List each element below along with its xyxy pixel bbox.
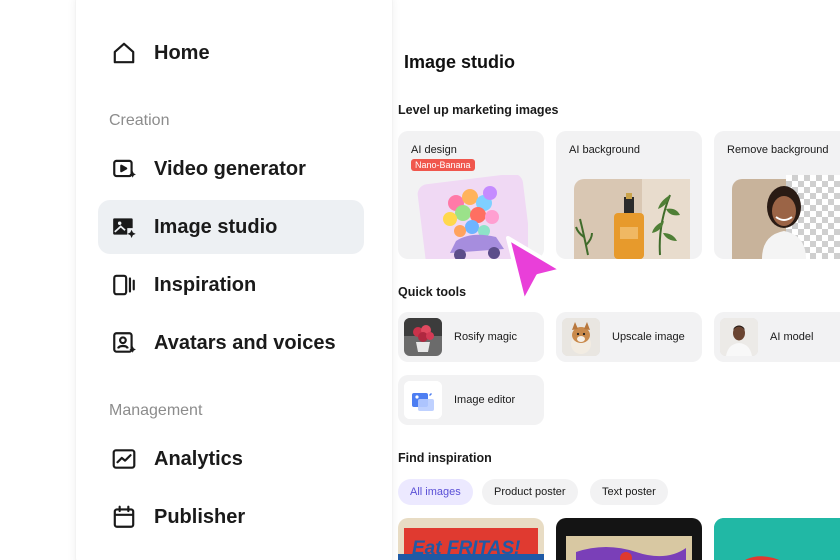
inspiration-icon [110, 271, 138, 299]
inspiration-card[interactable] [556, 518, 702, 560]
tool-card-image-editor[interactable]: Image editor [398, 375, 544, 425]
sidebar-item-label: Inspiration [154, 273, 257, 296]
tool-label: Image editor [454, 394, 516, 406]
section-title-find-inspiration: Find inspiration [398, 451, 492, 465]
inspiration-card[interactable] [714, 518, 840, 560]
sidebar-item-label: Analytics [154, 447, 243, 470]
sidebar-item-image-studio[interactable]: Image studio [98, 200, 364, 254]
sidebar: Home Creation Video generator Image stud… [76, 0, 392, 560]
feature-card-remove-background[interactable]: Remove background [714, 131, 840, 259]
tool-card-ai-model[interactable]: AI model [714, 312, 840, 362]
feature-label: AI background [569, 144, 640, 156]
feature-label: AI design [411, 144, 457, 156]
tool-card-rosify-magic[interactable]: Rosify magic [398, 312, 544, 362]
inspiration-thumbnail [566, 536, 692, 560]
pointer-cursor-icon [506, 236, 564, 304]
section-label-management: Management [109, 402, 203, 419]
remove-background-thumbnail [732, 175, 840, 259]
main-content: Image studio Level up marketing images A… [392, 0, 840, 560]
tool-label: Rosify magic [454, 331, 517, 343]
video-play-icon [110, 155, 138, 183]
sidebar-item-home[interactable]: Home [98, 26, 364, 80]
inspiration-card[interactable]: Eat FRITAS! [398, 518, 544, 560]
section-title-level-up: Level up marketing images [398, 103, 559, 117]
sidebar-item-video-generator[interactable]: Video generator [98, 142, 364, 196]
section-label-creation: Creation [109, 112, 170, 129]
sidebar-item-inspiration[interactable]: Inspiration [98, 258, 364, 312]
tool-label: Upscale image [612, 331, 685, 343]
calendar-icon [110, 503, 138, 531]
section-title-quick-tools: Quick tools [398, 285, 467, 299]
rosify-thumbnail [404, 318, 442, 356]
sidebar-item-label: Image studio [154, 215, 278, 238]
inspiration-card-text: Eat FRITAS! [412, 538, 521, 559]
upscale-thumbnail [562, 318, 600, 356]
filter-chip-text-poster[interactable]: Text poster [590, 479, 668, 505]
ai-background-thumbnail [574, 179, 690, 259]
sidebar-item-publisher[interactable]: Publisher [98, 490, 364, 544]
sidebar-item-label: Video generator [154, 157, 306, 180]
sidebar-item-label: Avatars and voices [154, 331, 336, 354]
analytics-icon [110, 445, 138, 473]
image-editor-thumbnail [404, 381, 442, 419]
sidebar-item-label: Publisher [154, 505, 246, 528]
home-icon [110, 39, 138, 67]
image-sparkle-icon [110, 213, 138, 241]
avatar-sparkle-icon [110, 329, 138, 357]
sidebar-item-label: Home [154, 41, 210, 64]
nano-banana-badge: Nano-Banana [411, 159, 475, 171]
page-title: Image studio [404, 52, 516, 72]
tool-card-upscale-image[interactable]: Upscale image [556, 312, 702, 362]
ai-model-thumbnail [720, 318, 758, 356]
feature-card-ai-background[interactable]: AI background [556, 131, 702, 259]
sidebar-item-analytics[interactable]: Analytics [98, 432, 364, 486]
sidebar-item-avatars-and-voices[interactable]: Avatars and voices [98, 316, 364, 370]
tool-label: AI model [770, 331, 814, 343]
filter-chip-product-poster[interactable]: Product poster [482, 479, 578, 505]
inspiration-thumbnail [714, 518, 840, 560]
feature-label: Remove background [727, 144, 829, 156]
filter-chip-all-images[interactable]: All images [398, 479, 473, 505]
